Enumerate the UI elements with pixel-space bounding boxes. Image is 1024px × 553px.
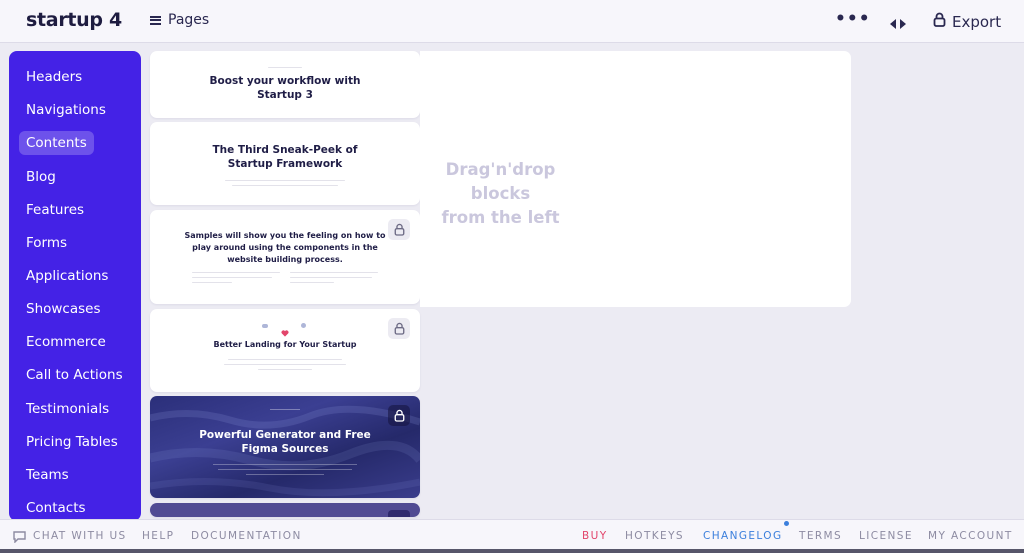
sidebar-item-applications[interactable]: Applications [19,264,115,288]
sidebar-item-headers[interactable]: Headers [19,65,89,89]
block-thumbnail-2[interactable]: The Third Sneak-Peek of Startup Framewor… [150,122,420,205]
sidebar-item-features[interactable]: Features [19,198,91,222]
menu-icon [150,15,161,25]
sidebar-item-pricing-tables[interactable]: Pricing Tables [19,430,125,454]
block-title: Boost your workflow with Startup 3 [209,75,361,101]
block-thumbnail-3[interactable]: Samples will show you the feeling on how… [150,210,420,304]
pages-button[interactable]: Pages [150,12,209,28]
sidebar-item-forms[interactable]: Forms [19,231,74,255]
export-label: Export [952,12,1002,31]
export-button[interactable]: Export [933,12,1001,31]
block-title: The Third Sneak-Peek of Startup Framewor… [212,144,358,170]
sidebar-item-contents[interactable]: Contents [19,131,94,155]
block-categories-sidebar: Headers Navigations Contents Blog Featur… [9,51,141,521]
block-title: Samples will show you the feeling on how… [184,231,386,264]
text-line [232,185,338,186]
text-line [192,272,280,273]
hotkeys-link[interactable]: HOTKEYS [625,530,684,542]
chat-with-us-link[interactable]: CHAT WITH US [33,530,127,542]
block-thumbnail-4[interactable]: Better Landing for Your Startup [150,309,420,392]
comment-icon [301,323,306,328]
terms-link[interactable]: TERMS [799,530,842,542]
lock-icon[interactable] [388,318,410,339]
sidebar-item-showcases[interactable]: Showcases [19,297,108,321]
top-bar: startup 4 Pages ••• Export [0,0,1024,43]
text-line [192,277,272,278]
window-bottom-edge [0,549,1024,553]
sidebar-item-teams[interactable]: Teams [19,463,76,487]
pages-label: Pages [168,12,210,28]
eye-icon [262,324,268,328]
sidebar-item-testimonials[interactable]: Testimonials [19,397,116,421]
text-line [213,464,357,465]
text-line [192,282,232,283]
text-line [290,272,378,273]
chat-icon[interactable] [13,528,26,547]
text-line [290,282,334,283]
footer-bar: CHAT WITH US HELP DOCUMENTATION BUY HOTK… [0,519,1024,550]
changelog-notification-dot [784,521,789,526]
eyebrow-line [268,67,302,68]
text-line [228,359,342,360]
sidebar-item-contacts[interactable]: Contacts [19,496,93,520]
more-options-button[interactable]: ••• [835,9,871,29]
text-line [225,180,345,181]
changelog-link[interactable]: CHANGELOG [703,530,783,542]
my-account-link[interactable]: MY ACCOUNT [928,530,1013,542]
buy-link[interactable]: BUY [582,530,608,542]
block-thumbnail-5[interactable]: Powerful Generator and Free Figma Source… [150,396,420,498]
block-title: Better Landing for Your Startup [213,340,357,349]
text-line [246,474,324,475]
app-logo[interactable]: startup 4 [26,9,122,31]
lock-icon[interactable] [388,219,410,240]
text-line [258,369,312,370]
license-link[interactable]: LICENSE [859,530,913,542]
sidebar-item-blog[interactable]: Blog [19,165,63,189]
sidebar-item-ecommerce[interactable]: Ecommerce [19,330,113,354]
sidebar-item-call-to-actions[interactable]: Call to Actions [19,363,130,387]
help-link[interactable]: HELP [142,530,174,542]
expand-arrows-icon[interactable] [889,15,907,29]
lock-icon[interactable] [388,405,410,426]
text-line [290,277,372,278]
text-line [224,364,346,365]
text-line [218,469,352,470]
lock-icon [933,12,946,31]
drop-hint: Drag'n'drop blocks from the left [441,160,560,227]
block-title: Powerful Generator and Free Figma Source… [199,429,371,455]
lock-icon[interactable] [388,510,410,517]
eyebrow-line [270,409,300,410]
documentation-link[interactable]: DOCUMENTATION [191,530,302,542]
block-thumbnail-1[interactable]: Boost your workflow with Startup 3 [150,51,420,118]
sidebar-item-navigations[interactable]: Navigations [19,98,113,122]
block-thumbnail-6[interactable] [150,503,420,517]
